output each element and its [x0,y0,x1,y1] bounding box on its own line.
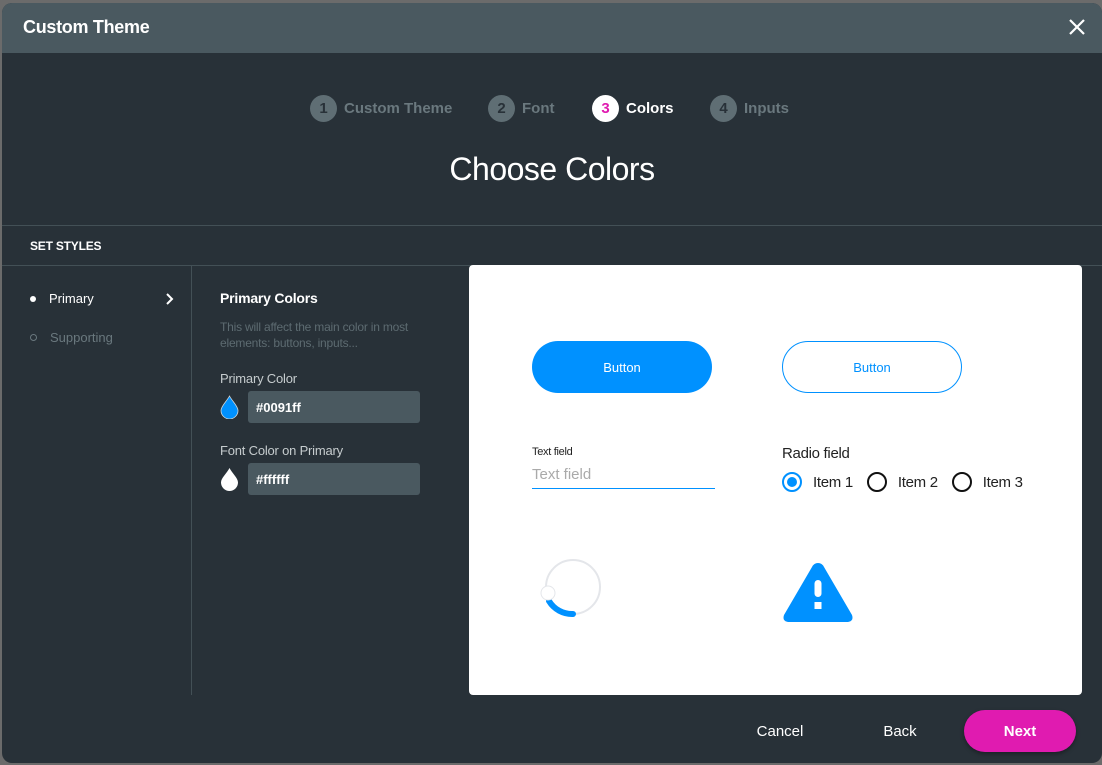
radio-label: Item 3 [982,473,1023,491]
step-label: Font [522,99,555,117]
radio-item-3[interactable]: Item 3 [951,472,1023,492]
step-label: Inputs [744,99,789,117]
radio-unchecked-icon [951,472,972,492]
dialog-titlebar: Custom Theme [2,3,1102,53]
text-field-input[interactable] [532,462,715,489]
step-colors[interactable]: 3 Colors [592,94,674,122]
step-inputs[interactable]: 4 Inputs [710,94,789,122]
chevron-right-icon [166,293,174,305]
primary-color-row [220,391,425,423]
page-title: Choose Colors [449,151,655,187]
sidebar-item-label: Supporting [50,330,113,345]
close-icon [1069,19,1085,35]
step-number: 2 [488,94,515,122]
next-button[interactable]: Next [964,710,1076,752]
custom-theme-dialog: Custom Theme 1 Custom Theme 2 Font 3 Col… [2,3,1102,763]
step-label: Custom Theme [344,99,453,117]
step-number: 3 [592,94,619,122]
drop-icon[interactable] [220,467,239,491]
step-number: 1 [310,94,337,122]
drop-icon[interactable] [220,395,239,419]
radio-unchecked-icon [866,472,887,492]
font-color-row [220,463,425,495]
warning-triangle-icon [783,563,853,622]
primary-colors-panel: Primary Colors This will affect the main… [220,290,425,495]
font-color-on-primary-label: Font Color on Primary [220,443,343,458]
text-field-label: Text field [532,446,573,458]
sidebar-item-label: Primary [49,291,94,306]
radio-label: Item 1 [813,473,853,491]
radio-group: Item 1 Item 2 Item 3 [782,472,1037,492]
theme-preview-panel: Button Button Text field Radio field Ite… [469,265,1082,695]
step-custom-theme[interactable]: 1 Custom Theme [310,94,452,122]
sidebar-item-supporting[interactable]: Supporting [30,330,180,345]
vertical-divider [191,266,192,695]
radio-item-2[interactable]: Item 2 [866,472,938,492]
preview-outline-button[interactable]: Button [782,341,962,393]
radio-field-label: Radio field [782,445,850,462]
sidebar-item-primary[interactable]: Primary [30,291,180,306]
back-button[interactable]: Back [867,711,933,751]
unselected-bullet-icon [30,334,37,341]
divider [2,225,1102,226]
preview-text-field: Text field [532,446,715,489]
radio-checked-icon [782,472,802,492]
selected-bullet-icon [30,295,36,302]
close-button[interactable] [1066,16,1088,38]
step-number: 4 [710,94,737,122]
radio-label: Item 2 [897,473,938,491]
primary-color-input[interactable] [248,391,420,423]
dialog-title: Custom Theme [23,17,150,37]
panel-description: This will affect the main color in most … [220,320,409,350]
wizard-stepper: 1 Custom Theme 2 Font 3 Colors 4 Inputs [2,94,1102,122]
preview-filled-button[interactable]: Button [532,341,712,393]
radio-item-1[interactable]: Item 1 [782,472,853,492]
loading-spinner-icon [540,559,601,617]
step-font[interactable]: 2 Font [488,94,554,122]
cancel-button[interactable]: Cancel [742,711,818,751]
section-header: SET STYLES [30,239,102,253]
step-label: Colors [626,99,674,117]
font-color-on-primary-input[interactable] [248,463,420,495]
preview-radio-field: Radio field Item 1 Item 2 Item 3 [782,445,1037,492]
panel-heading: Primary Colors [220,290,318,306]
primary-color-label: Primary Color [220,371,297,386]
